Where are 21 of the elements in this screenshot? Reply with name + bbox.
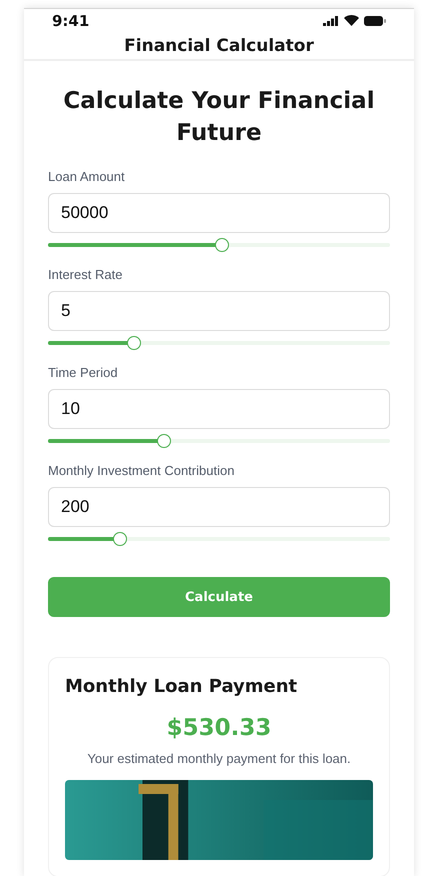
input-field[interactable]: 5 (48, 291, 390, 331)
battery-icon (364, 16, 386, 26)
result-description: Your estimated monthly payment for this loan. (86, 751, 352, 766)
result-title: Monthly Loan Payment (65, 676, 298, 697)
field-label: Loan Amount (48, 169, 126, 184)
slider-thumb[interactable] (215, 238, 230, 252)
slider-thumb[interactable] (112, 532, 127, 546)
signal-icon (323, 16, 339, 26)
page-heading: Calculate Your Financial Future (62, 87, 376, 148)
field-label: Time Period (48, 365, 119, 380)
payment-amount: $530.33 (166, 715, 272, 741)
input-field[interactable]: 10 (48, 389, 390, 429)
status-time: 9:41 (52, 12, 90, 30)
header-title: Financial Calculator (124, 36, 314, 56)
wifi-icon (344, 15, 359, 26)
slider-thumb[interactable] (157, 434, 172, 448)
slider-thumb[interactable] (126, 336, 140, 350)
field-label: Monthly Investment Contribution (48, 463, 236, 478)
input-field[interactable]: 50000 (48, 193, 390, 233)
field-label: Interest Rate (48, 267, 124, 282)
input-field[interactable]: 200 (48, 487, 390, 527)
